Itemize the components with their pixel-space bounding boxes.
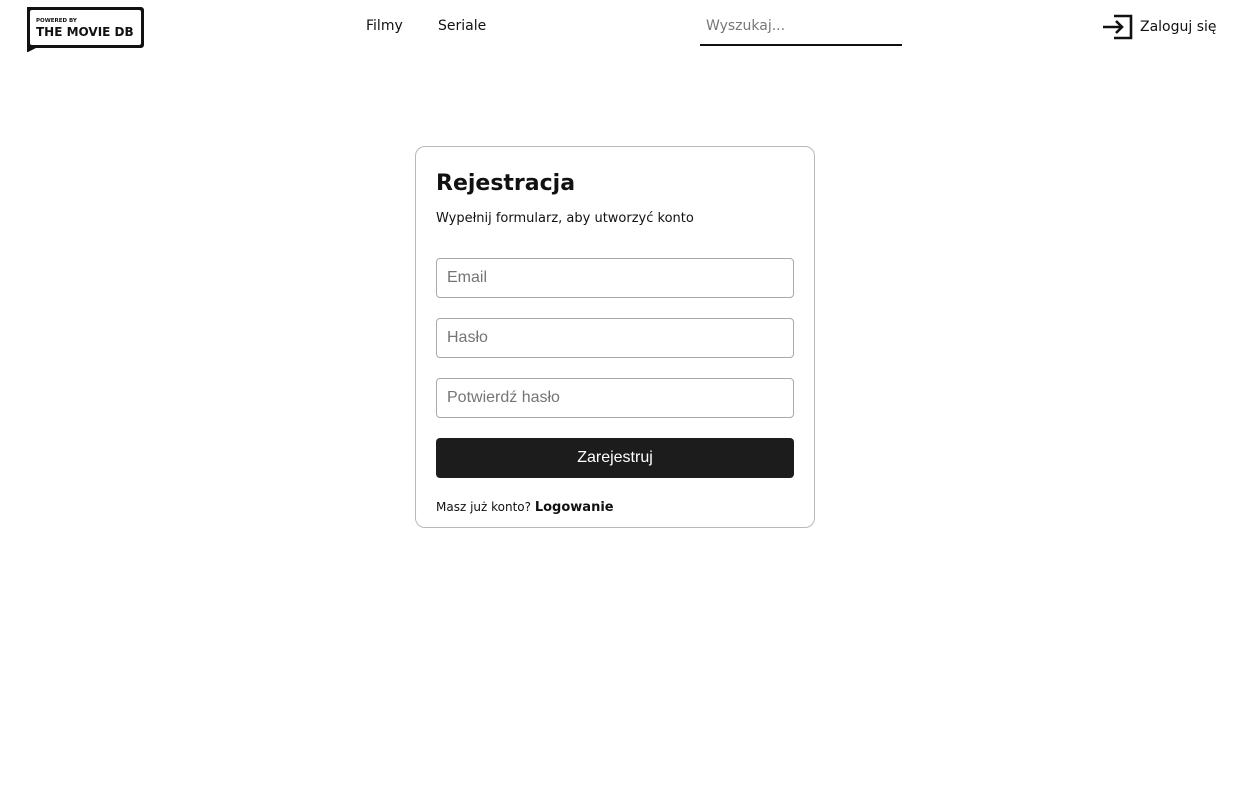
register-subtitle: Wypełnij formularz, aby utworzyć konto xyxy=(436,211,694,226)
nav-films[interactable]: Filmy xyxy=(366,18,403,34)
login-page-link[interactable]: Logowanie xyxy=(535,500,614,515)
email-field[interactable] xyxy=(436,258,794,298)
register-card: Rejestracja Wypełnij formularz, aby utwo… xyxy=(415,146,815,528)
login-label: Zaloguj się xyxy=(1140,19,1217,35)
logo-top-text: POWERED BY xyxy=(36,18,78,24)
top-header: POWERED BY THE MOVIE DB Filmy Seriale Za… xyxy=(0,0,1244,56)
nav-series[interactable]: Seriale xyxy=(438,18,486,34)
register-title: Rejestracja xyxy=(436,171,576,196)
register-button[interactable]: Zarejestruj xyxy=(436,438,794,478)
tmdb-logo-graphic: POWERED BY THE MOVIE DB xyxy=(27,7,144,52)
password-field[interactable] xyxy=(436,318,794,358)
login-icon xyxy=(1103,14,1133,40)
logo-main-text: THE MOVIE DB xyxy=(36,25,134,39)
tmdb-logo[interactable]: POWERED BY THE MOVIE DB xyxy=(24,6,145,52)
search-input[interactable] xyxy=(700,8,902,46)
login-link[interactable]: Zaloguj się xyxy=(1102,12,1217,42)
login-prompt: Masz już konto? Logowanie xyxy=(436,500,614,515)
confirm-password-field[interactable] xyxy=(436,378,794,418)
login-prompt-text: Masz już konto? xyxy=(436,500,532,514)
